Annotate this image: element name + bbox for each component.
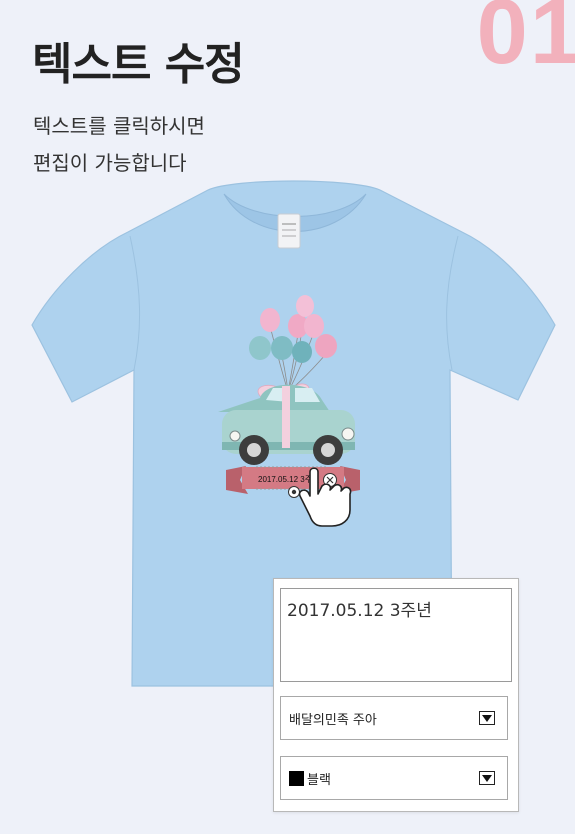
color-select[interactable]: 블랙 (280, 756, 508, 800)
neck-tag (277, 213, 301, 249)
description-line-1: 텍스트를 클릭하시면 (33, 114, 205, 138)
chevron-down-icon[interactable] (479, 771, 495, 785)
description: 텍스트를 클릭하시면 편집이 가능합니다 (33, 108, 205, 182)
font-select[interactable]: 배달의민족 주아 (280, 696, 508, 740)
color-select-value: 블랙 (307, 772, 331, 788)
text-editor-panel: 2017.05.12 3주년 배달의민족 주아 블랙 (273, 578, 519, 812)
font-select-value: 배달의민족 주아 (289, 712, 377, 728)
color-swatch (289, 770, 304, 786)
step-number: 01 (476, 0, 575, 83)
page-title: 텍스트 수정 (32, 39, 245, 90)
banner-text-input[interactable]: 2017.05.12 3주년 (280, 588, 512, 682)
description-line-2: 편집이 가능합니다 (33, 151, 187, 175)
chevron-down-icon[interactable] (479, 711, 495, 725)
rotate-handle-icon[interactable] (288, 486, 300, 498)
